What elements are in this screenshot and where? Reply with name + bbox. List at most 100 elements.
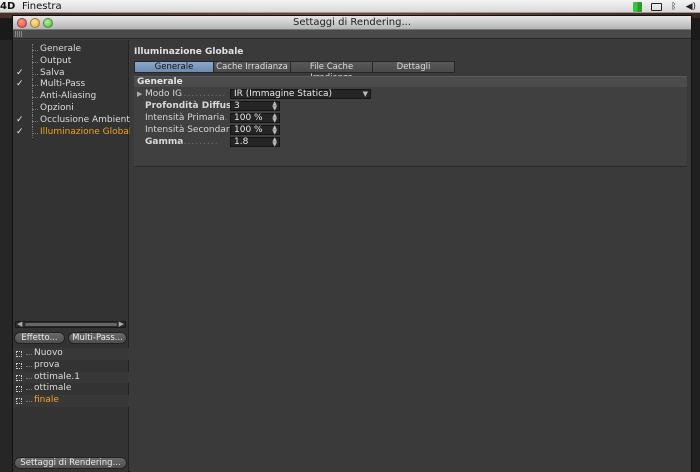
list-item[interactable]: ottimale.1 (13, 371, 129, 384)
menu-bar: 4D Finestra ᛒ ◀) (0, 0, 700, 13)
sidebar-item-label: Anti-Aliasing (40, 91, 97, 102)
checkbox-icon[interactable] (16, 386, 22, 393)
intensita-secondaria-dots: .. (219, 125, 227, 135)
sidebar-item[interactable]: Generale (13, 44, 129, 56)
intensita-primaria-value: 100 % (234, 113, 263, 123)
intensita-primaria-field[interactable]: 100 % ▲ ▼ (230, 113, 280, 124)
list-item-label: finale (34, 395, 59, 406)
sidebar-item-label: Multi-Pass (40, 79, 86, 90)
list-item-label: prova (34, 359, 60, 370)
checkbox-icon[interactable] (16, 362, 22, 369)
battery-icon[interactable] (633, 1, 643, 12)
list-item[interactable]: Nuovo (13, 348, 129, 360)
tool-strip (13, 30, 691, 39)
scroll-right-icon[interactable]: ▶ (119, 320, 124, 328)
tab-bar: Generale Cache Irradianza File Cache Irr… (134, 61, 455, 83)
effetto-button[interactable]: Effetto... (14, 332, 65, 344)
list-item[interactable]: prova (13, 360, 129, 372)
intensita-secondaria-field[interactable]: 100 % ▲ ▼ (230, 125, 280, 136)
stepper-icon[interactable]: ▲ ▼ (272, 137, 277, 148)
intensita-primaria-dots: ..... (209, 113, 229, 123)
expand-arrow-icon[interactable]: ▶ (137, 89, 142, 100)
monitor-icon[interactable] (651, 2, 663, 11)
tab-cache-irradianza[interactable]: Cache Irradianza (214, 61, 291, 73)
checkbox-icon[interactable] (16, 351, 22, 357)
list-item[interactable]: finale (13, 395, 129, 407)
stepper-icon[interactable]: ▲ ▼ (272, 125, 277, 136)
status-tray: ᛒ ◀) (633, 1, 696, 12)
tree-connector (32, 73, 38, 75)
checkbox-icon[interactable] (16, 374, 22, 381)
group-body: ▶ Modo IG ............. IR (Immagine Sta… (134, 87, 687, 167)
gamma-field[interactable]: 1.8 ▲ ▼ (230, 137, 280, 148)
sidebar-item-label: Output (40, 55, 72, 66)
render-settings-list: Nuovo prova ottimale.1 ottimale finale (13, 348, 129, 407)
modo-ig-dots: ............. (176, 89, 227, 99)
tree-connector (32, 120, 38, 122)
modo-ig-select[interactable]: IR (Immagine Statica) ▼ (230, 89, 371, 99)
tree-connector (32, 108, 38, 110)
sidebar-item[interactable]: ✓ Salva (13, 67, 129, 80)
chevron-down-icon: ▼ (362, 90, 368, 98)
horizontal-scrollbar[interactable]: ◀ ▶ (15, 320, 126, 328)
sidebar-item[interactable]: Anti-Aliasing (13, 91, 129, 103)
sidebar-item[interactable]: ✓ Illuminazione Globale (13, 126, 137, 139)
list-item-label: ottimale.1 (34, 371, 80, 382)
sidebar-item[interactable]: ✓ Multi-Pass (13, 79, 129, 92)
check-icon[interactable]: ✓ (16, 115, 24, 127)
stepper-icon[interactable]: ▲ ▼ (272, 101, 277, 112)
stepper-icon[interactable]: ▲ ▼ (272, 113, 277, 124)
list-item-label: ottimale (34, 383, 72, 394)
sidebar-item-label: Illuminazione Globale (40, 126, 137, 137)
scroll-left-icon[interactable]: ◀ (17, 320, 22, 328)
sidebar-item-label: Salva (40, 67, 65, 78)
app-menu[interactable]: 4D (0, 0, 15, 13)
grip-handle-icon[interactable] (15, 31, 23, 37)
tree-connector (32, 97, 38, 99)
sidebar-item-label: Occlusione Ambientale (40, 114, 144, 125)
gamma-row: Gamma ........... 1.8 ▲ ▼ (134, 137, 334, 148)
volume-icon[interactable]: ◀) (686, 2, 696, 12)
bluetooth-icon[interactable]: ᛒ (671, 2, 676, 12)
check-icon[interactable]: ✓ (16, 79, 24, 91)
intensita-secondaria-value: 100 % (234, 125, 263, 135)
sidebar-item-label: Generale (40, 44, 82, 54)
profondita-field[interactable]: 3 ▲ ▼ (230, 101, 280, 112)
check-icon[interactable]: ✓ (16, 68, 24, 80)
tree-connector (32, 50, 38, 51)
check-icon[interactable]: ✓ (16, 127, 24, 139)
tree-connector (26, 389, 32, 391)
sidebar-item-label: Opzioni (40, 102, 74, 113)
intensita-primaria-row: Intensità Primaria ..... 100 % ▲ ▼ (134, 113, 334, 124)
section-title: Illuminazione Globale (134, 47, 244, 57)
tab-generale[interactable]: Generale (134, 61, 214, 73)
tab-dettagli[interactable]: Dettagli (373, 61, 455, 73)
sidebar-item[interactable]: ✓ Occlusione Ambientale (13, 114, 143, 127)
list-item[interactable]: ottimale (13, 383, 129, 395)
render-settings-window: Settaggi di Rendering... Generale Output ✓… (12, 15, 692, 472)
sidebar-item[interactable]: Opzioni (13, 102, 129, 115)
modo-ig-value: IR (Immagine Statica) (234, 89, 333, 99)
list-item-label: Nuovo (34, 348, 63, 358)
sidebar-item[interactable]: Output (13, 55, 129, 68)
multipass-button[interactable]: Multi-Pass... (68, 332, 127, 344)
background-app-panel-right (692, 40, 700, 472)
gamma-dots: ........... (176, 137, 219, 147)
main-panel: Illuminazione Globale Generale Cache Irr… (130, 40, 691, 472)
window-title: Settaggi di Rendering... (292, 17, 412, 28)
modo-ig-row: ▶ Modo IG ............. IR (Immagine Sta… (134, 89, 374, 100)
tree-connector (32, 61, 38, 63)
render-settings-button[interactable]: Settaggi di Rendering... (14, 457, 127, 469)
tree-connector (26, 377, 32, 379)
tab-file-cache-irradianza[interactable]: File Cache Irradianza (291, 61, 373, 83)
tree-connector (32, 132, 38, 134)
scrollbar-thumb[interactable] (25, 323, 117, 326)
tree-connector (26, 365, 32, 367)
tree-connector (32, 85, 38, 87)
finestra-menu[interactable]: Finestra (22, 0, 62, 13)
title-bar[interactable]: Settaggi di Rendering... (13, 16, 691, 30)
checkbox-icon[interactable] (16, 398, 22, 405)
profondita-value: 3 (234, 101, 240, 111)
gamma-value: 1.8 (234, 137, 249, 147)
group-header: Generale (134, 76, 687, 87)
